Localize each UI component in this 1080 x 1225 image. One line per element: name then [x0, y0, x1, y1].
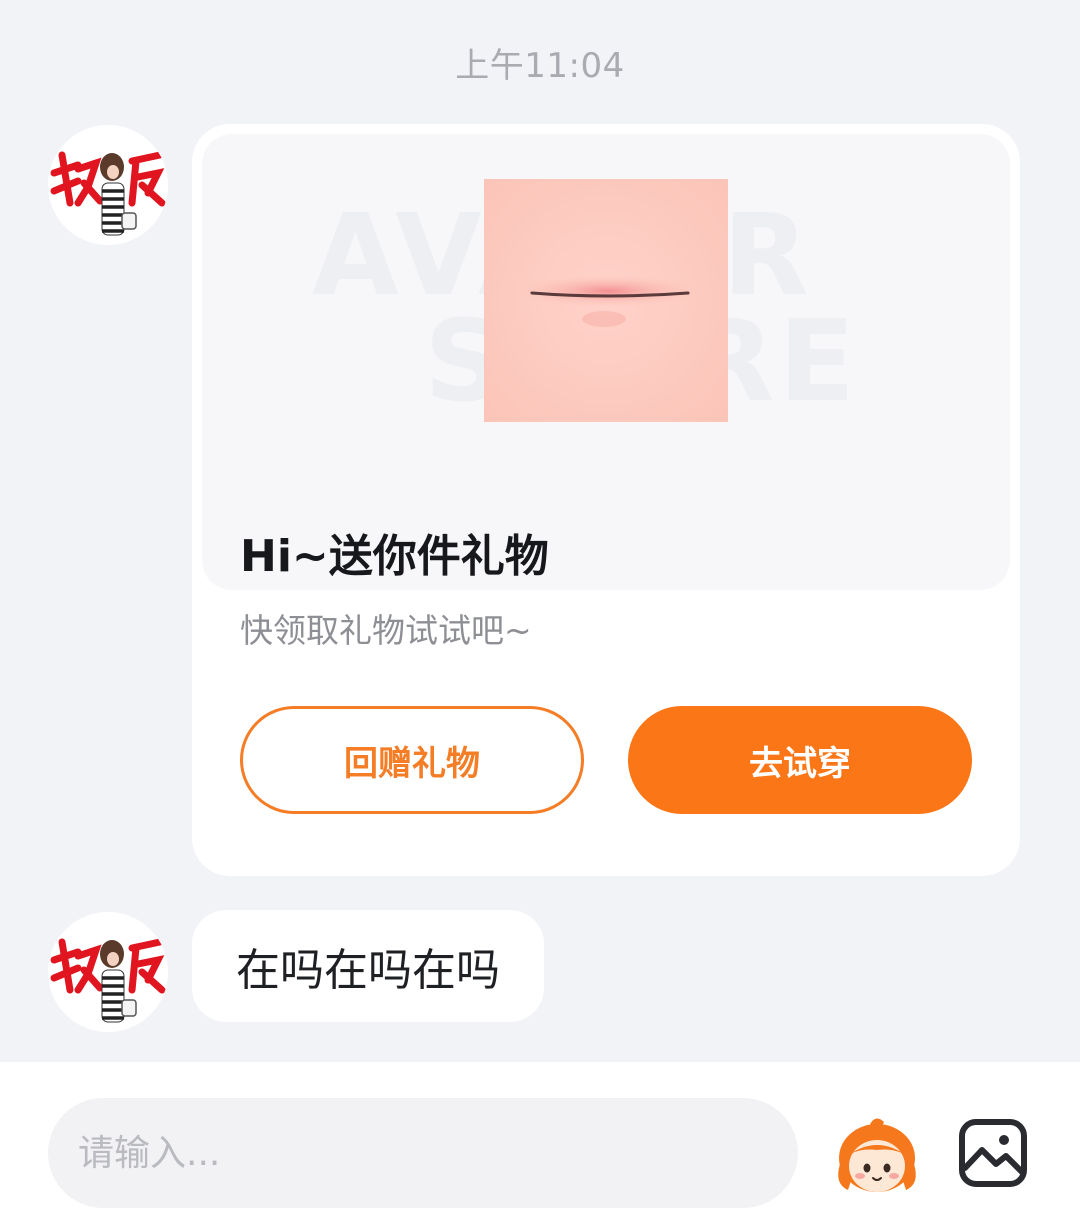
composer-bar: [0, 1062, 1080, 1225]
avatar-image: [48, 125, 168, 245]
gift-item-image[interactable]: [484, 179, 728, 422]
message-input[interactable]: [48, 1098, 798, 1208]
message-text: 在吗在吗在吗: [236, 945, 500, 996]
try-on-button[interactable]: 去试穿: [628, 706, 972, 814]
image-picker-icon[interactable]: [958, 1118, 1028, 1188]
gift-card-subtitle: 快领取礼物试试吧~: [240, 611, 532, 650]
message-timestamp: 上午11:04: [455, 46, 625, 86]
message-bubble[interactable]: 在吗在吗在吗: [192, 910, 544, 1022]
sender-avatar[interactable]: [48, 125, 168, 245]
avatar-image-2: [48, 912, 168, 1032]
sender-avatar-2[interactable]: [48, 912, 168, 1032]
gift-card-title: Hi~送你件礼物: [240, 531, 549, 582]
return-gift-button[interactable]: 回赠礼物: [240, 706, 584, 814]
mascot-emoji-icon[interactable]: [832, 1114, 922, 1200]
